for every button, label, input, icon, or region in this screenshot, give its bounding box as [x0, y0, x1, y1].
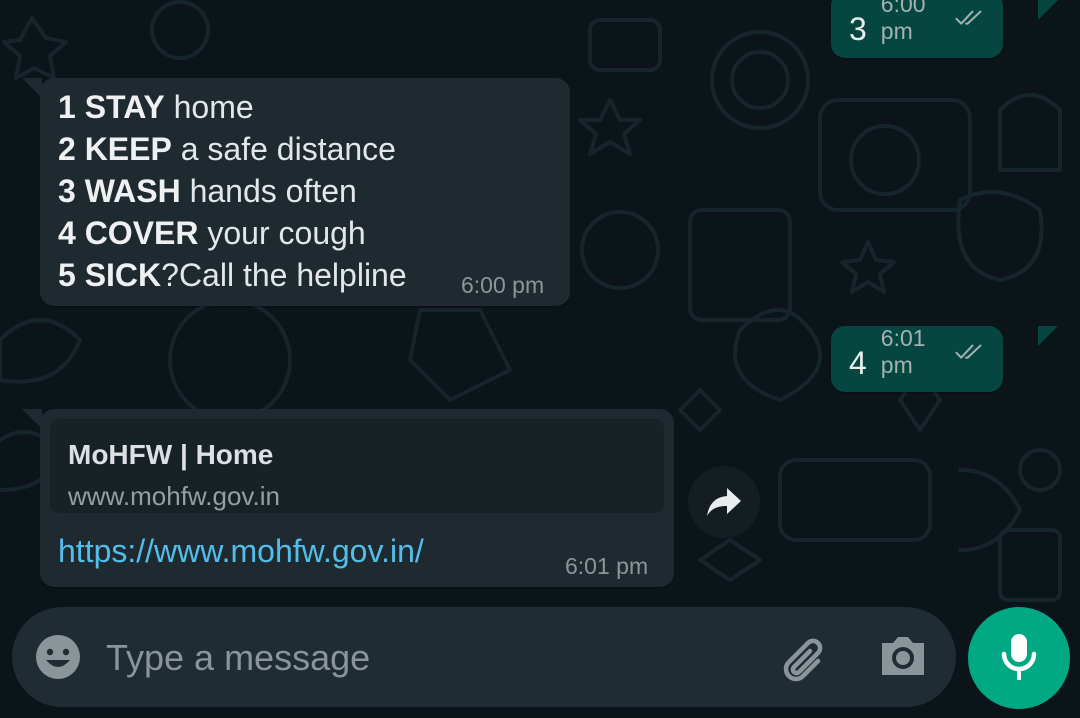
link-preview-card[interactable]: MoHFW | Home www.mohfw.gov.in [50, 419, 664, 513]
bubble-tail [1038, 326, 1058, 346]
double-check-icon [954, 344, 981, 359]
outgoing-message[interactable]: 3 6:00 pm [831, 0, 1003, 58]
forward-icon [707, 488, 741, 516]
message-time: 6:01 pm [565, 553, 649, 579]
tip-line: 4 COVER your cough [58, 215, 366, 251]
link-preview-domain: www.mohfw.gov.in [68, 481, 280, 511]
outgoing-message[interactable]: 4 6:01 pm [831, 325, 1003, 392]
bubble-tail [1038, 0, 1058, 20]
paperclip-icon[interactable] [778, 631, 834, 687]
message-composer [12, 607, 956, 707]
mic-button[interactable] [968, 607, 1070, 709]
bubble-tail [22, 78, 42, 98]
message-meta: 6:00 pm [881, 0, 984, 45]
tip-line: 5 SICK?Call the helpline [58, 257, 407, 293]
bubble-tail [22, 409, 42, 429]
link-preview-title: MoHFW | Home [68, 439, 274, 470]
tip-line: 2 KEEP a safe distance [58, 131, 396, 167]
incoming-message[interactable]: MoHFW | Home www.mohfw.gov.in https://ww… [40, 409, 674, 587]
safety-tips-list: 1 STAY home 2 KEEP a safe distance 3 WAS… [58, 86, 407, 296]
message-time: 6:00 pm [461, 272, 545, 298]
camera-icon[interactable] [878, 633, 928, 679]
double-check-icon [954, 10, 981, 25]
message-time: 6:00 pm [880, 0, 926, 44]
message-link[interactable]: https://www.mohfw.gov.in/ [58, 533, 424, 570]
message-text: 3 [849, 11, 867, 47]
message-input[interactable] [104, 627, 768, 689]
message-meta: 6:01 pm [881, 325, 984, 379]
message-text: 4 [849, 345, 867, 381]
message-time: 6:01 pm [880, 325, 926, 378]
mic-icon [1001, 634, 1037, 680]
emoji-icon[interactable] [34, 633, 82, 681]
tip-line: 1 STAY home [58, 89, 254, 125]
forward-button[interactable] [688, 466, 760, 538]
tip-line: 3 WASH hands often [58, 173, 357, 209]
incoming-message[interactable]: 1 STAY home 2 KEEP a safe distance 3 WAS… [40, 78, 570, 306]
